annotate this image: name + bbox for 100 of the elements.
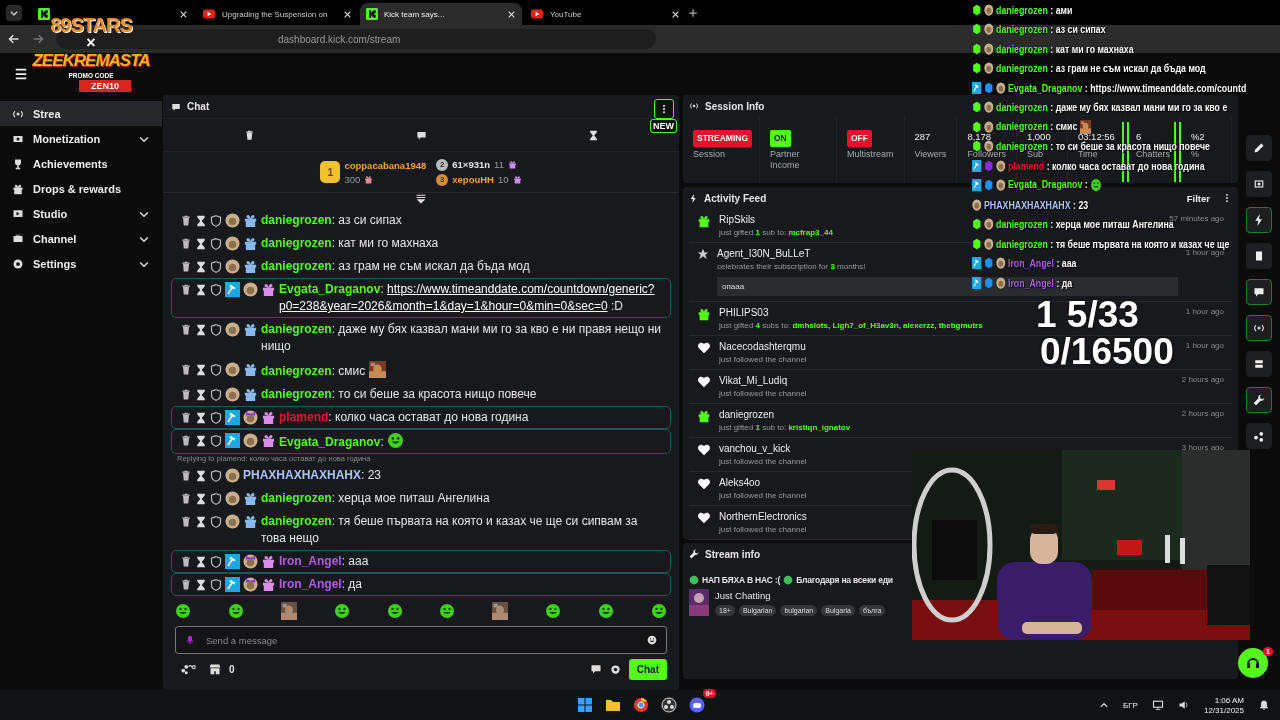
username[interactable]: daniegrozen: [261, 364, 332, 378]
trash-icon[interactable]: [180, 214, 192, 227]
user-name[interactable]: Nacecodashterqmu: [719, 341, 806, 352]
timeout-icon[interactable]: [195, 555, 207, 568]
nav-item[interactable]: Studio: [0, 201, 162, 226]
shield-icon[interactable]: [210, 363, 222, 376]
trash-icon[interactable]: [180, 411, 192, 424]
timeout-icon[interactable]: [195, 492, 207, 505]
toolbar-button[interactable]: [1246, 207, 1272, 233]
language-indicator[interactable]: БГР: [1123, 700, 1138, 710]
username[interactable]: daniegrozen: [261, 322, 332, 336]
close-icon[interactable]: [343, 9, 352, 19]
user-name[interactable]: daniegrozen: [719, 409, 775, 420]
close-icon[interactable]: [507, 9, 516, 19]
trash-icon[interactable]: [180, 492, 192, 505]
toolbar-button[interactable]: [1246, 423, 1272, 449]
store-icon[interactable]: [209, 663, 221, 675]
trash-icon[interactable]: [180, 578, 192, 591]
trash-icon[interactable]: [180, 323, 192, 336]
username[interactable]: PHAXHAXHAXHAHX: [243, 468, 361, 482]
more-button[interactable]: [654, 98, 674, 119]
message-input[interactable]: Send a message: [175, 626, 667, 654]
user-name[interactable]: vanchou_v_kick: [719, 443, 791, 454]
close-icon[interactable]: [671, 9, 680, 19]
timeout-icon[interactable]: [195, 434, 207, 447]
username[interactable]: daniegrozen: [261, 491, 332, 505]
shield-icon[interactable]: [210, 578, 222, 591]
shield-icon[interactable]: [210, 515, 222, 528]
toolbar-button[interactable]: [1246, 243, 1272, 269]
shield-icon[interactable]: [210, 214, 222, 227]
shield-icon[interactable]: [210, 434, 222, 447]
settings-icon[interactable]: [609, 663, 621, 675]
shield-icon[interactable]: [210, 492, 222, 505]
shield-icon[interactable]: [210, 237, 222, 250]
timeout-icon[interactable]: [195, 411, 207, 424]
trash-icon[interactable]: [180, 555, 192, 568]
username[interactable]: daniegrozen: [261, 259, 332, 273]
shield-icon[interactable]: [210, 260, 222, 273]
emoji-icon[interactable]: [647, 635, 657, 645]
toolbar-button[interactable]: [1246, 279, 1272, 305]
user-name[interactable]: Agent_I30N_BuLLeT: [717, 248, 811, 259]
bell-icon[interactable]: [1258, 699, 1270, 711]
timeout-icon[interactable]: [195, 260, 207, 273]
trash-icon[interactable]: [180, 260, 192, 273]
trash-icon[interactable]: [180, 363, 192, 376]
hourglass-icon[interactable]: [587, 129, 599, 141]
filter-button[interactable]: Filter: [1180, 189, 1216, 207]
timeout-icon[interactable]: [195, 214, 207, 227]
user-name[interactable]: Aleks4oo: [719, 477, 761, 488]
username[interactable]: daniegrozen: [261, 387, 332, 401]
user-name[interactable]: NorthernElectronics: [719, 511, 807, 522]
trash-icon[interactable]: [180, 469, 192, 482]
shield-icon[interactable]: [210, 323, 222, 336]
browser-tab[interactable]: Upgrading the Suspension on: [196, 3, 358, 25]
forward-icon[interactable]: [32, 33, 44, 45]
microphone-icon[interactable]: [185, 633, 195, 647]
shield-icon[interactable]: [210, 469, 222, 482]
trash-icon[interactable]: [180, 515, 192, 528]
nav-item[interactable]: Monetization: [0, 126, 162, 151]
support-button[interactable]: [1238, 648, 1268, 678]
timeout-icon[interactable]: [195, 469, 207, 482]
back-icon[interactable]: [8, 33, 20, 45]
gifter-name[interactable]: xepouHH: [452, 174, 494, 185]
toolbar-button[interactable]: [1246, 351, 1272, 377]
toolbar-button[interactable]: [1246, 387, 1272, 413]
trash-icon[interactable]: [243, 129, 255, 141]
shield-icon[interactable]: [210, 388, 222, 401]
toolbar-button[interactable]: [1246, 135, 1272, 161]
close-icon[interactable]: [179, 9, 188, 19]
link[interactable]: p0=238&year=2026&month=1&day=1&hour=0&min=0&sec=0: [279, 299, 608, 313]
chat-icon[interactable]: [589, 663, 602, 675]
send-button[interactable]: Chat: [628, 658, 667, 680]
username[interactable]: Iron_Angel: [279, 577, 342, 591]
clock-date[interactable]: 12/31/2025: [1203, 705, 1244, 715]
tab-search-button[interactable]: [6, 4, 22, 21]
shield-icon[interactable]: [210, 283, 222, 296]
timeout-icon[interactable]: [195, 283, 207, 296]
link[interactable]: https://www.timeanddate.com/countdown/generic?: [387, 282, 655, 296]
timeout-icon[interactable]: [195, 388, 207, 401]
user-name[interactable]: Vikat_Mi_Ludiq: [719, 375, 788, 386]
speaker-icon[interactable]: [1177, 699, 1190, 711]
trash-icon[interactable]: [180, 388, 192, 401]
category-name[interactable]: Just Chatting: [715, 589, 771, 601]
gifter-name[interactable]: coppacabana1948: [344, 159, 427, 171]
trash-icon[interactable]: [180, 237, 192, 250]
timeout-icon[interactable]: [195, 363, 207, 376]
username[interactable]: daniegrozen: [261, 236, 332, 250]
clock-time[interactable]: 1:06 AM: [1214, 695, 1244, 705]
timeout-icon[interactable]: [195, 323, 207, 336]
username[interactable]: daniegrozen: [261, 514, 332, 528]
gifter-name[interactable]: 61×931n: [452, 159, 491, 170]
new-tab-icon[interactable]: [688, 7, 698, 18]
username[interactable]: daniegrozen: [261, 213, 332, 227]
menu-icon[interactable]: [14, 67, 28, 81]
nav-item[interactable]: Channel: [0, 226, 162, 251]
timeout-icon[interactable]: [195, 578, 207, 591]
shield-icon[interactable]: [210, 411, 222, 424]
toolbar-button[interactable]: [1246, 171, 1272, 197]
nav-item[interactable]: Strea: [0, 101, 162, 126]
toolbar-button[interactable]: [1246, 315, 1272, 341]
